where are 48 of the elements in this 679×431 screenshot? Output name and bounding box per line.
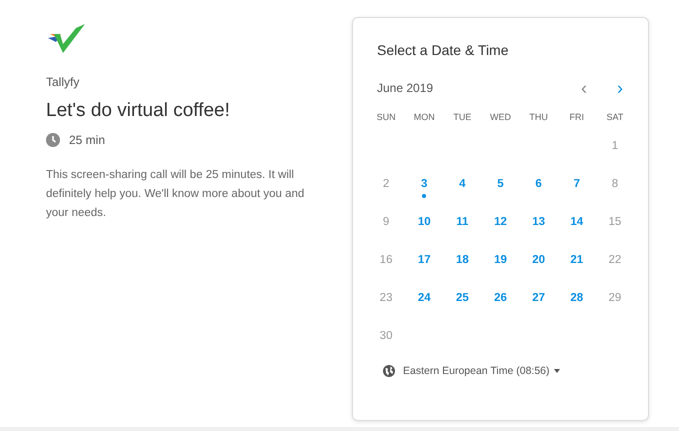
weekday-label: MON (414, 111, 435, 124)
weekday-label: SAT (606, 111, 624, 124)
day-number[interactable]: 18 (456, 252, 469, 270)
weekday-label: FRI (570, 111, 584, 124)
organizer-name: Tallyfy (46, 74, 80, 91)
clock-icon (46, 132, 60, 146)
day-number[interactable]: 3 (421, 176, 428, 194)
next-month-button[interactable]: › (610, 79, 630, 97)
calendar-heading: Select a Date & Time (376, 41, 510, 60)
day-number[interactable]: 7 (574, 176, 580, 194)
day-number[interactable]: 12 (494, 214, 507, 232)
day-number: 8 (612, 176, 618, 192)
day-number[interactable]: 6 (535, 176, 542, 194)
weekday-label: TUE (453, 111, 472, 124)
day-number[interactable]: 28 (570, 290, 584, 308)
weekday-label: WED (490, 111, 511, 124)
day-number: 29 (608, 290, 622, 306)
weekday-label: SUN (376, 111, 396, 124)
day-number[interactable]: 24 (418, 290, 431, 308)
day-number: 1 (612, 138, 618, 154)
day-number[interactable]: 14 (570, 214, 584, 232)
event-description: This screen-sharing call will be 25 minutes. It will definitely help you. We'll know more about you and your needs. (46, 168, 306, 220)
duration-text: 25 min (69, 132, 106, 148)
day-number: 23 (380, 290, 392, 306)
day-number[interactable]: 13 (532, 214, 546, 232)
day-number: 2 (382, 176, 390, 192)
weekday-label: THU (529, 111, 548, 124)
day-number: 15 (608, 214, 622, 230)
day-number: 30 (380, 328, 392, 344)
event-title: Let's do virtual coffee! (46, 99, 231, 123)
day-number[interactable]: 25 (456, 290, 469, 308)
day-number[interactable]: 27 (532, 290, 546, 308)
day-number[interactable]: 11 (456, 214, 468, 232)
month-label: June 2019 (377, 80, 434, 97)
day-number: 22 (608, 252, 622, 268)
day-number: 16 (380, 252, 392, 268)
day-number[interactable]: 4 (459, 176, 466, 194)
day-number[interactable]: 19 (494, 252, 507, 270)
day-number[interactable]: 21 (570, 252, 584, 270)
day-number[interactable]: 5 (497, 176, 504, 194)
timezone-selector[interactable]: Eastern European Time (08:56) (403, 364, 560, 380)
day-number[interactable]: 20 (532, 252, 546, 270)
day-number[interactable]: 26 (494, 290, 507, 308)
day-number: 9 (382, 214, 390, 230)
globe-icon (383, 365, 395, 378)
caret-icon (554, 369, 560, 374)
day-number[interactable]: 17 (418, 252, 431, 270)
day-number[interactable]: 10 (418, 214, 431, 232)
